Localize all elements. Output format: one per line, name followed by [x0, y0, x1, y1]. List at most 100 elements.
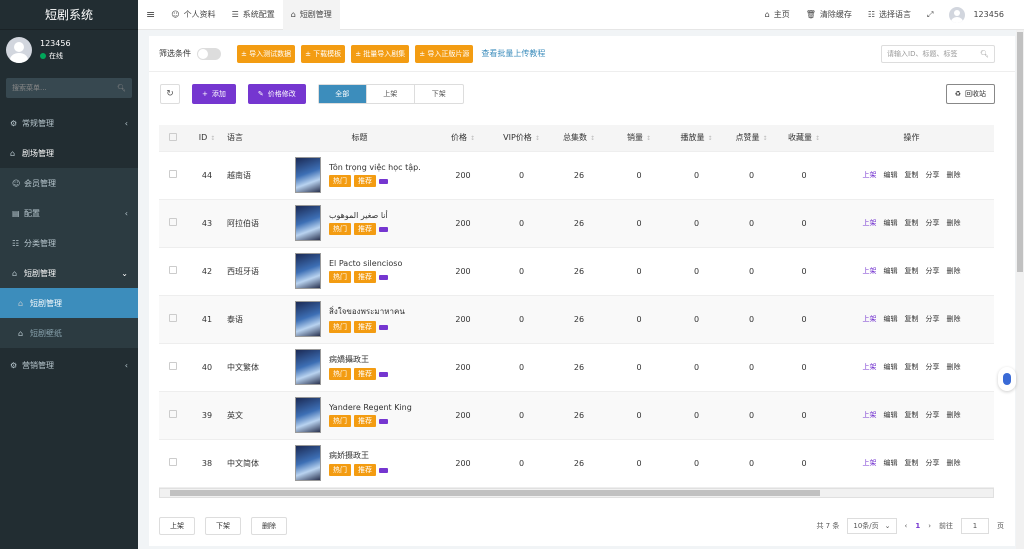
sidebar-item-wallpaper[interactable]: ⌂ 短剧壁纸 [0, 318, 138, 348]
col-price[interactable]: 价格 ↕ [432, 125, 494, 152]
vertical-scrollbar[interactable] [1016, 30, 1024, 549]
poster-image[interactable] [295, 349, 321, 385]
edit-button[interactable]: 编辑 [884, 458, 898, 468]
goto-page-input[interactable]: 1 [961, 518, 989, 534]
sidebar-item-theater[interactable]: ⌂ 剧场管理 [0, 138, 138, 168]
copy-button[interactable]: 复制 [905, 410, 919, 420]
share-button[interactable]: 分享 [926, 458, 940, 468]
col-likes[interactable]: 点赞量 ↕ [724, 125, 779, 152]
tab-on-shelf[interactable]: 上架 [367, 85, 415, 103]
edit-button[interactable]: 编辑 [884, 266, 898, 276]
row-checkbox[interactable] [159, 199, 187, 248]
poster-image[interactable] [295, 445, 321, 481]
clear-cache-button[interactable]: 🗑︎ 清除缓存 [798, 0, 860, 30]
edit-button[interactable]: 编辑 [884, 362, 898, 372]
tab-profile[interactable]: ☺ 个人资料 [163, 0, 223, 30]
delete-button[interactable]: 删除 [947, 362, 961, 372]
import-licensed-source-button[interactable]: ± 导入正版片源 [415, 44, 474, 63]
row-checkbox[interactable] [159, 247, 187, 296]
price-edit-button[interactable]: ✎ 价格修改 [247, 84, 306, 104]
delete-button[interactable]: 删除 [947, 410, 961, 420]
tab-drama-manage[interactable]: ⌂ 短剧管理 [282, 0, 340, 30]
copy-button[interactable]: 复制 [905, 458, 919, 468]
edit-button[interactable]: 编辑 [884, 218, 898, 228]
tab-all[interactable]: 全部 [318, 85, 367, 103]
copy-button[interactable]: 复制 [905, 362, 919, 372]
delete-button[interactable]: 删除 [947, 170, 961, 180]
edit-button[interactable]: 编辑 [884, 410, 898, 420]
row-checkbox[interactable] [159, 295, 187, 344]
fullscreen-icon[interactable]: ⤢ [919, 0, 941, 30]
sidebar-item-drama-manage[interactable]: ⌂ 短剧管理 [0, 288, 138, 318]
col-plays[interactable]: 播放量 ↕ [669, 125, 724, 152]
filter-toggle[interactable] [197, 47, 221, 60]
poster-image[interactable] [295, 397, 321, 433]
horizontal-scrollbar[interactable] [159, 488, 994, 498]
row-checkbox[interactable] [159, 151, 187, 200]
on-shelf-button[interactable]: 上架 [863, 266, 877, 276]
poster-image[interactable] [295, 205, 321, 241]
search-icon[interactable]: 🔍︎ [980, 50, 989, 58]
share-button[interactable]: 分享 [926, 410, 940, 420]
language-button[interactable]: ☷ 选择语言 [860, 0, 919, 30]
poster-image[interactable] [295, 301, 321, 337]
bulk-delete-button[interactable]: 删除 [251, 517, 287, 535]
table-search-input[interactable]: 请输入ID、标题、标签 🔍︎ [881, 44, 995, 63]
prev-page-icon[interactable]: ‹ [905, 522, 908, 530]
add-button[interactable]: + 添加 [192, 84, 236, 104]
batch-upload-tutorial-link[interactable]: 查看批量上传教程 [481, 48, 545, 59]
copy-button[interactable]: 复制 [905, 266, 919, 276]
row-checkbox[interactable] [159, 439, 187, 488]
on-shelf-button[interactable]: 上架 [863, 362, 877, 372]
search-icon[interactable]: 🔍︎ [117, 84, 126, 92]
sidebar-item-config[interactable]: ▤ 配置 ‹ [0, 198, 138, 228]
edit-button[interactable]: 编辑 [884, 170, 898, 180]
scrollbar-thumb[interactable] [170, 490, 820, 496]
refresh-button[interactable]: ↻ [160, 84, 180, 104]
delete-button[interactable]: 删除 [947, 458, 961, 468]
home-link[interactable]: ⌂ 主页 [757, 0, 798, 30]
floating-assistant-button[interactable] [998, 367, 1016, 391]
batch-import-episodes-button[interactable]: ± 批量导入剧集 [351, 44, 410, 63]
edit-button[interactable]: 编辑 [884, 314, 898, 324]
sidebar-item-members[interactable]: ☺ 会员管理 [0, 168, 138, 198]
sidebar-search-input[interactable]: 搜索菜单... 🔍︎ [6, 78, 132, 98]
share-button[interactable]: 分享 [926, 218, 940, 228]
on-shelf-button[interactable]: 上架 [863, 218, 877, 228]
sidebar-item-category[interactable]: ☷ 分类管理 [0, 228, 138, 258]
col-favorites[interactable]: 收藏量 ↕ [779, 125, 829, 152]
menu-toggle-icon[interactable]: ≡ [138, 0, 163, 30]
delete-button[interactable]: 删除 [947, 266, 961, 276]
copy-button[interactable]: 复制 [905, 314, 919, 324]
delete-button[interactable]: 删除 [947, 218, 961, 228]
on-shelf-button[interactable]: 上架 [863, 170, 877, 180]
delete-button[interactable]: 删除 [947, 314, 961, 324]
recycle-bin-button[interactable]: ♻ 回收站 [945, 84, 995, 104]
copy-button[interactable]: 复制 [905, 218, 919, 228]
bulk-off-shelf-button[interactable]: 下架 [205, 517, 241, 535]
row-checkbox[interactable] [159, 343, 187, 392]
sidebar-item-drama[interactable]: ⌂ 短剧管理 ⌄ [0, 258, 138, 288]
copy-button[interactable]: 复制 [905, 170, 919, 180]
share-button[interactable]: 分享 [926, 362, 940, 372]
page-size-select[interactable]: 10条/页 ⌄ [847, 518, 897, 534]
sidebar-item-general[interactable]: ⚙ 常规管理 ‹ [0, 108, 138, 138]
import-test-data-button[interactable]: ± 导入测试数据 [237, 44, 296, 63]
on-shelf-button[interactable]: 上架 [863, 458, 877, 468]
next-page-icon[interactable]: › [928, 522, 931, 530]
row-checkbox[interactable] [159, 391, 187, 440]
select-all-checkbox[interactable] [159, 125, 187, 152]
sidebar-item-marketing[interactable]: ⚙ 营销管理 ‹ [0, 350, 138, 380]
col-vip-price[interactable]: VIP价格 ↕ [494, 125, 549, 152]
bulk-on-shelf-button[interactable]: 上架 [159, 517, 195, 535]
col-id[interactable]: ID ↕ [187, 125, 227, 152]
col-episodes[interactable]: 总集数 ↕ [549, 125, 609, 152]
share-button[interactable]: 分享 [926, 314, 940, 324]
download-template-button[interactable]: ± 下载模板 [301, 44, 346, 63]
poster-image[interactable] [295, 157, 321, 193]
page-number[interactable]: 1 [915, 522, 920, 530]
user-menu[interactable]: 123456 [941, 0, 1024, 30]
tab-off-shelf[interactable]: 下架 [415, 85, 463, 103]
scrollbar-thumb[interactable] [1017, 32, 1023, 272]
on-shelf-button[interactable]: 上架 [863, 410, 877, 420]
